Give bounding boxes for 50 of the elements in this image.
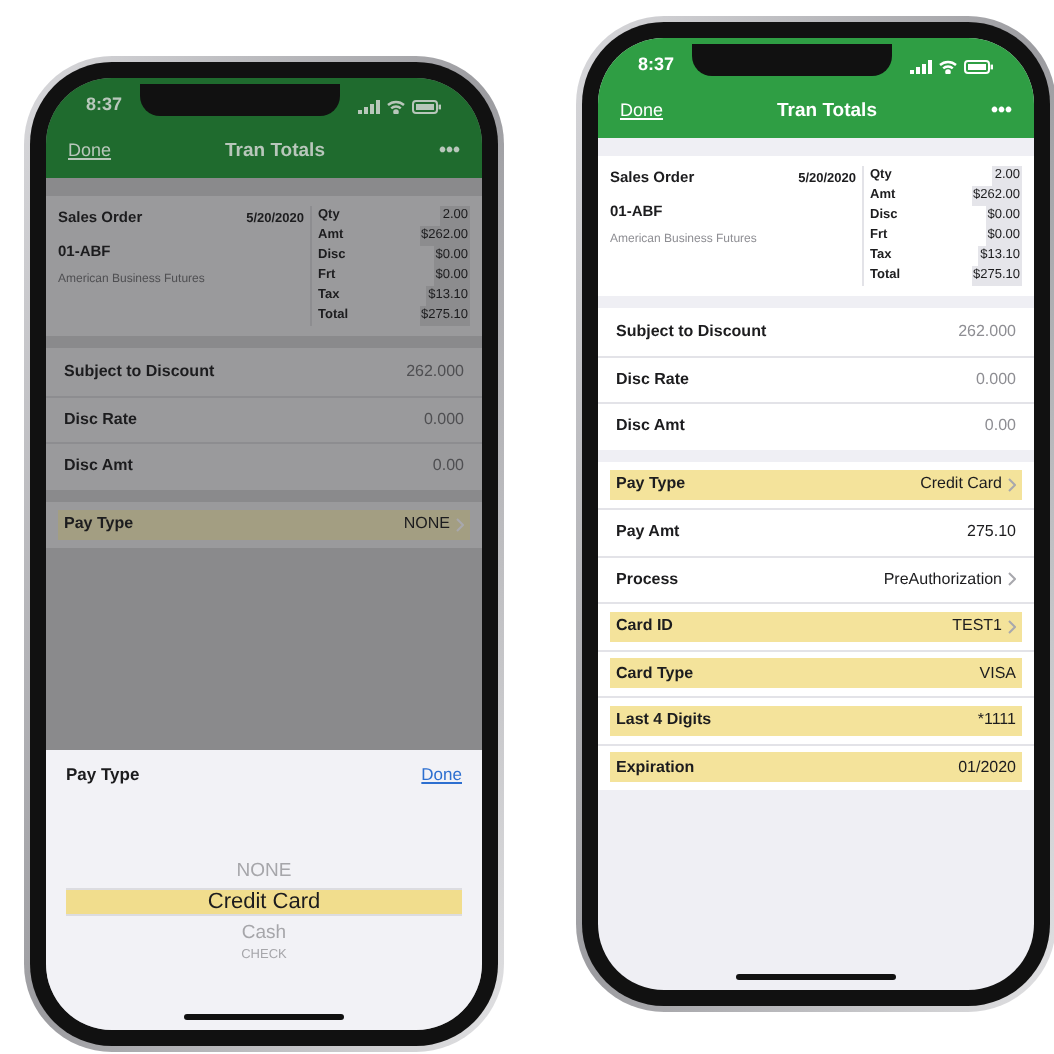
field-label: Process bbox=[616, 567, 679, 592]
battery-icon bbox=[963, 59, 994, 73]
nav-title: Tran Totals bbox=[777, 97, 877, 126]
field-label: Card ID bbox=[616, 614, 673, 639]
field-value: 0.00 bbox=[984, 414, 1016, 439]
field-value: 01/2020 bbox=[958, 755, 1016, 780]
field-value: NONE bbox=[403, 512, 450, 537]
field-label: Pay Type bbox=[616, 472, 686, 497]
highlighted-field-row[interactable]: Pay Type NONE bbox=[58, 509, 470, 540]
field-value: 0.00 bbox=[432, 454, 464, 479]
status-time: 8:37 bbox=[86, 92, 123, 119]
battery-icon bbox=[411, 99, 442, 113]
field-label: Pay Type bbox=[64, 512, 134, 537]
field-label: Subject to Discount bbox=[616, 319, 767, 344]
field-label: Subject to Discount bbox=[64, 359, 215, 384]
picker-option[interactable]: Credit Card bbox=[66, 888, 462, 917]
field-value: TEST1 bbox=[952, 614, 1002, 639]
highlighted-field-row[interactable]: Card ID TEST1 bbox=[610, 611, 1022, 642]
field-label: Disc Amt bbox=[64, 454, 133, 479]
more-button[interactable]: ••• bbox=[438, 142, 460, 162]
field-label: Card Type bbox=[616, 661, 694, 686]
field-label: Disc Amt bbox=[616, 414, 685, 439]
done-link[interactable]: Done bbox=[421, 762, 462, 788]
done-link[interactable]: Done bbox=[68, 138, 112, 166]
field-label: Last 4 Digits bbox=[616, 708, 712, 733]
more-button[interactable]: ••• bbox=[990, 102, 1012, 122]
picker-option[interactable]: Cash bbox=[241, 920, 287, 948]
highlighted-field-row[interactable]: Pay Type Credit Card bbox=[610, 469, 1022, 500]
done-link[interactable]: Done bbox=[620, 98, 664, 126]
wifi-icon bbox=[937, 59, 958, 73]
field-value: 275.10 bbox=[967, 520, 1016, 545]
field-value: PreAuthorization bbox=[883, 567, 1002, 592]
field-value: Credit Card bbox=[920, 472, 1002, 497]
signal-icon bbox=[357, 99, 380, 113]
field-value: 262.000 bbox=[406, 359, 464, 384]
field-value: *1111 bbox=[977, 708, 1016, 733]
field-value: 0.000 bbox=[423, 407, 464, 432]
field-label: Disc Rate bbox=[616, 367, 689, 392]
signal-icon bbox=[909, 59, 932, 73]
field-label: Expiration bbox=[616, 755, 695, 780]
field-label: Disc Rate bbox=[64, 407, 137, 432]
field-value: 0.000 bbox=[975, 367, 1016, 392]
field-value: 262.000 bbox=[958, 319, 1016, 344]
nav-title: Tran Totals bbox=[225, 137, 325, 166]
wifi-icon bbox=[385, 99, 406, 113]
field-value: VISA bbox=[979, 661, 1016, 686]
field-label: Pay Amt bbox=[616, 520, 680, 545]
picker-option[interactable]: NONE bbox=[236, 857, 292, 885]
picker-title: Pay Type bbox=[66, 762, 140, 788]
status-time: 8:37 bbox=[638, 52, 675, 79]
